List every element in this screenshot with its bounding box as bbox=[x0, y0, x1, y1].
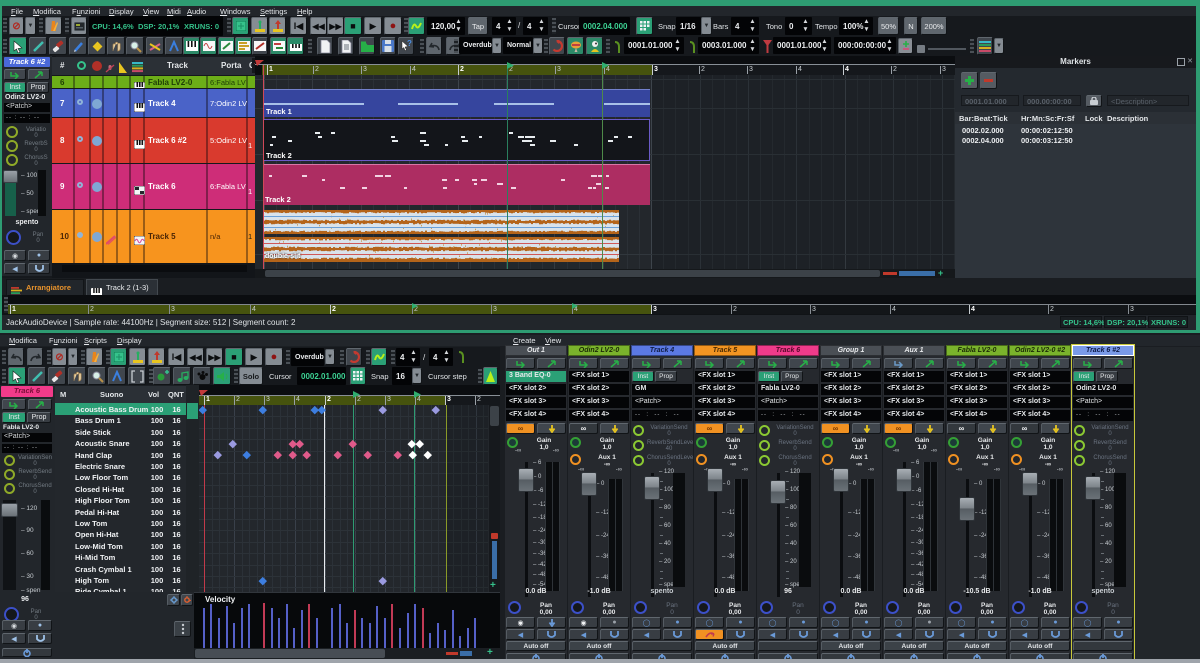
svg-text:?: ? bbox=[407, 40, 412, 48]
